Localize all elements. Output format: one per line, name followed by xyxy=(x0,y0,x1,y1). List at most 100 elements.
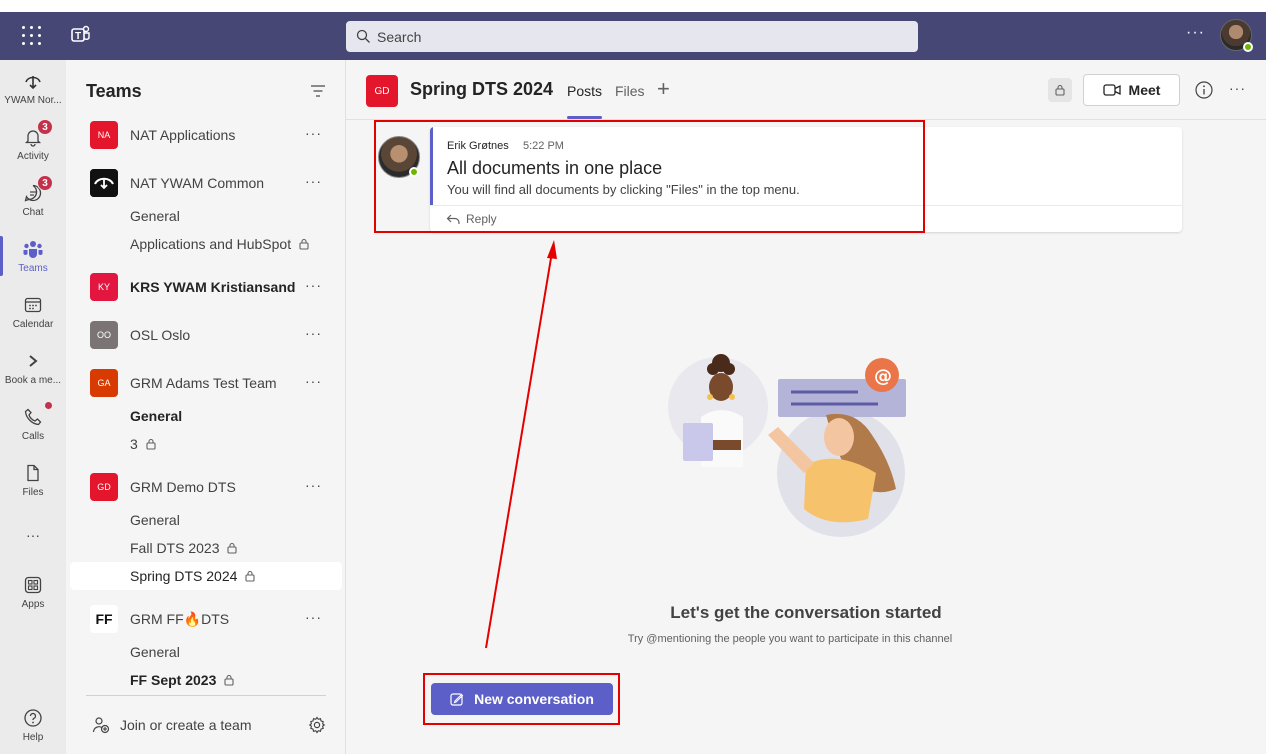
rail-label: Help xyxy=(22,732,44,743)
channel-main: GD Spring DTS 2024 Posts Files + Meet ··… xyxy=(346,60,1266,754)
team-more-options[interactable]: ··· xyxy=(305,173,322,189)
channel-general[interactable]: General xyxy=(130,208,180,224)
teams-panel: Teams NA NAT Applications ··· NAT YWAM C… xyxy=(66,60,346,754)
reply-button[interactable]: Reply xyxy=(446,212,497,226)
rail-item-bookings[interactable]: Book a me... xyxy=(0,340,66,396)
team-more-options[interactable]: ··· xyxy=(305,373,322,389)
channel-applications-hubspot[interactable]: Applications and HubSpot xyxy=(130,236,309,252)
team-grm-adams-test[interactable]: GA GRM Adams Test Team ··· xyxy=(90,369,340,397)
browser-top-strip xyxy=(0,0,1278,12)
rail-label: Calendar xyxy=(12,319,54,330)
empty-state-subtitle: Try @mentioning the people you want to p… xyxy=(627,633,953,645)
rail-label: Book a me... xyxy=(4,375,62,386)
channel-general[interactable]: General xyxy=(130,644,180,660)
new-conversation-label: New conversation xyxy=(474,691,594,707)
team-more-options[interactable]: ··· xyxy=(305,325,322,341)
gear-icon[interactable] xyxy=(308,716,326,739)
app-header: T ··· xyxy=(0,12,1266,60)
channel-ff-sept-2023[interactable]: FF Sept 2023 xyxy=(130,672,234,688)
team-nat-applications[interactable]: NA NAT Applications ··· xyxy=(90,121,340,149)
filter-icon[interactable] xyxy=(310,84,326,103)
team-logo-icon xyxy=(90,169,118,197)
reply-arrow-icon xyxy=(446,214,460,224)
new-conversation-button[interactable]: New conversation xyxy=(431,683,613,715)
help-icon xyxy=(22,707,44,729)
team-more-options[interactable]: ··· xyxy=(305,609,322,625)
app-launcher-icon[interactable] xyxy=(22,26,42,46)
teams-logo-icon: T xyxy=(70,24,92,46)
channel-name: Spring DTS 2024 xyxy=(130,568,238,584)
meet-label: Meet xyxy=(1128,82,1161,98)
calls-notification-dot xyxy=(45,402,52,409)
team-name: NAT Applications xyxy=(130,127,236,143)
team-grm-demo-dts[interactable]: GD GRM Demo DTS ··· xyxy=(90,473,340,501)
rail-item-teams[interactable]: Teams xyxy=(0,228,66,284)
team-krs-ywam-kristiansand[interactable]: KY KRS YWAM Kristiansand ··· xyxy=(90,273,340,301)
channel-name: FF Sept 2023 xyxy=(130,672,217,688)
team-name: GRM Adams Test Team xyxy=(130,375,277,391)
window-edge xyxy=(1266,12,1278,754)
rail-item-files[interactable]: Files xyxy=(0,452,66,508)
channel-title: Spring DTS 2024 xyxy=(410,79,554,99)
tab-posts[interactable]: Posts xyxy=(567,83,603,119)
bookings-icon xyxy=(22,350,44,372)
add-tab-icon[interactable]: + xyxy=(657,78,670,100)
join-create-label: Join or create a team xyxy=(120,717,252,733)
rail-item-apps[interactable]: Apps xyxy=(0,564,66,620)
lock-icon xyxy=(299,238,309,250)
svg-text:T: T xyxy=(75,31,81,42)
team-avatar: GD xyxy=(90,473,118,501)
channel-name: General xyxy=(130,644,180,660)
team-nat-ywam-common[interactable]: NAT YWAM Common ··· xyxy=(90,169,340,197)
settings-more-button[interactable]: ··· xyxy=(1186,24,1205,42)
rail-item-activity[interactable]: 3 Activity xyxy=(0,116,66,172)
channel-general[interactable]: General xyxy=(130,512,180,528)
channel-name: Applications and HubSpot xyxy=(130,236,292,252)
rail-label: Files xyxy=(22,487,44,498)
team-more-options[interactable]: ··· xyxy=(305,125,322,141)
team-more-options[interactable]: ··· xyxy=(305,277,322,293)
app-rail: YWAM Nor... 3 Activity 3 Chat Teams Cale… xyxy=(0,60,66,754)
post-timestamp: 5:22 PM xyxy=(523,140,564,152)
channel-name: General xyxy=(130,408,183,424)
activity-badge: 3 xyxy=(37,119,53,135)
team-grm-ff-dts[interactable]: FF GRM FF🔥DTS ··· xyxy=(90,605,340,633)
post-author[interactable]: Erik Grøtnes xyxy=(447,140,509,152)
channel-name: Fall DTS 2023 xyxy=(130,540,220,556)
channel-3[interactable]: 3 xyxy=(130,436,156,452)
team-avatar: FF xyxy=(90,605,118,633)
channel-team-avatar: GD xyxy=(366,75,398,107)
team-avatar: KY xyxy=(90,273,118,301)
user-avatar[interactable] xyxy=(1220,19,1253,52)
rail-item-chat[interactable]: 3 Chat xyxy=(0,172,66,228)
rail-label: Teams xyxy=(18,263,48,274)
author-avatar[interactable] xyxy=(378,136,420,178)
rail-label: Activity xyxy=(17,151,49,162)
rail-item-calendar[interactable]: Calendar xyxy=(0,284,66,340)
more-icon: ··· xyxy=(26,527,40,543)
meet-button[interactable]: Meet xyxy=(1083,74,1180,106)
post-divider xyxy=(430,205,1182,206)
rail-item-org[interactable]: YWAM Nor... xyxy=(0,60,66,116)
team-osl-oslo[interactable]: OO OSL Oslo ··· xyxy=(90,321,340,349)
tab-files[interactable]: Files xyxy=(615,83,645,99)
info-icon[interactable] xyxy=(1194,80,1214,105)
presence-available-icon xyxy=(1243,42,1253,52)
chat-icon: 3 xyxy=(22,175,53,204)
private-channel-lock-icon[interactable] xyxy=(1048,78,1072,102)
team-name: GRM Demo DTS xyxy=(130,479,236,495)
channel-more-options[interactable]: ··· xyxy=(1229,80,1246,96)
channel-spring-dts-2024[interactable]: Spring DTS 2024 xyxy=(130,568,255,584)
teams-panel-title: Teams xyxy=(86,81,142,101)
search-box[interactable] xyxy=(346,21,918,52)
presence-available-icon xyxy=(409,167,419,177)
channel-general[interactable]: General xyxy=(130,408,182,424)
lock-icon xyxy=(146,438,156,450)
rail-item-calls[interactable]: Calls xyxy=(0,396,66,452)
channel-fall-dts-2023[interactable]: Fall DTS 2023 xyxy=(130,540,238,556)
team-more-options[interactable]: ··· xyxy=(305,477,322,493)
rail-item-help[interactable]: Help xyxy=(0,697,66,753)
add-people-icon xyxy=(92,717,110,734)
join-create-team-button[interactable]: Join or create a team xyxy=(92,716,252,734)
search-input[interactable] xyxy=(377,28,877,45)
